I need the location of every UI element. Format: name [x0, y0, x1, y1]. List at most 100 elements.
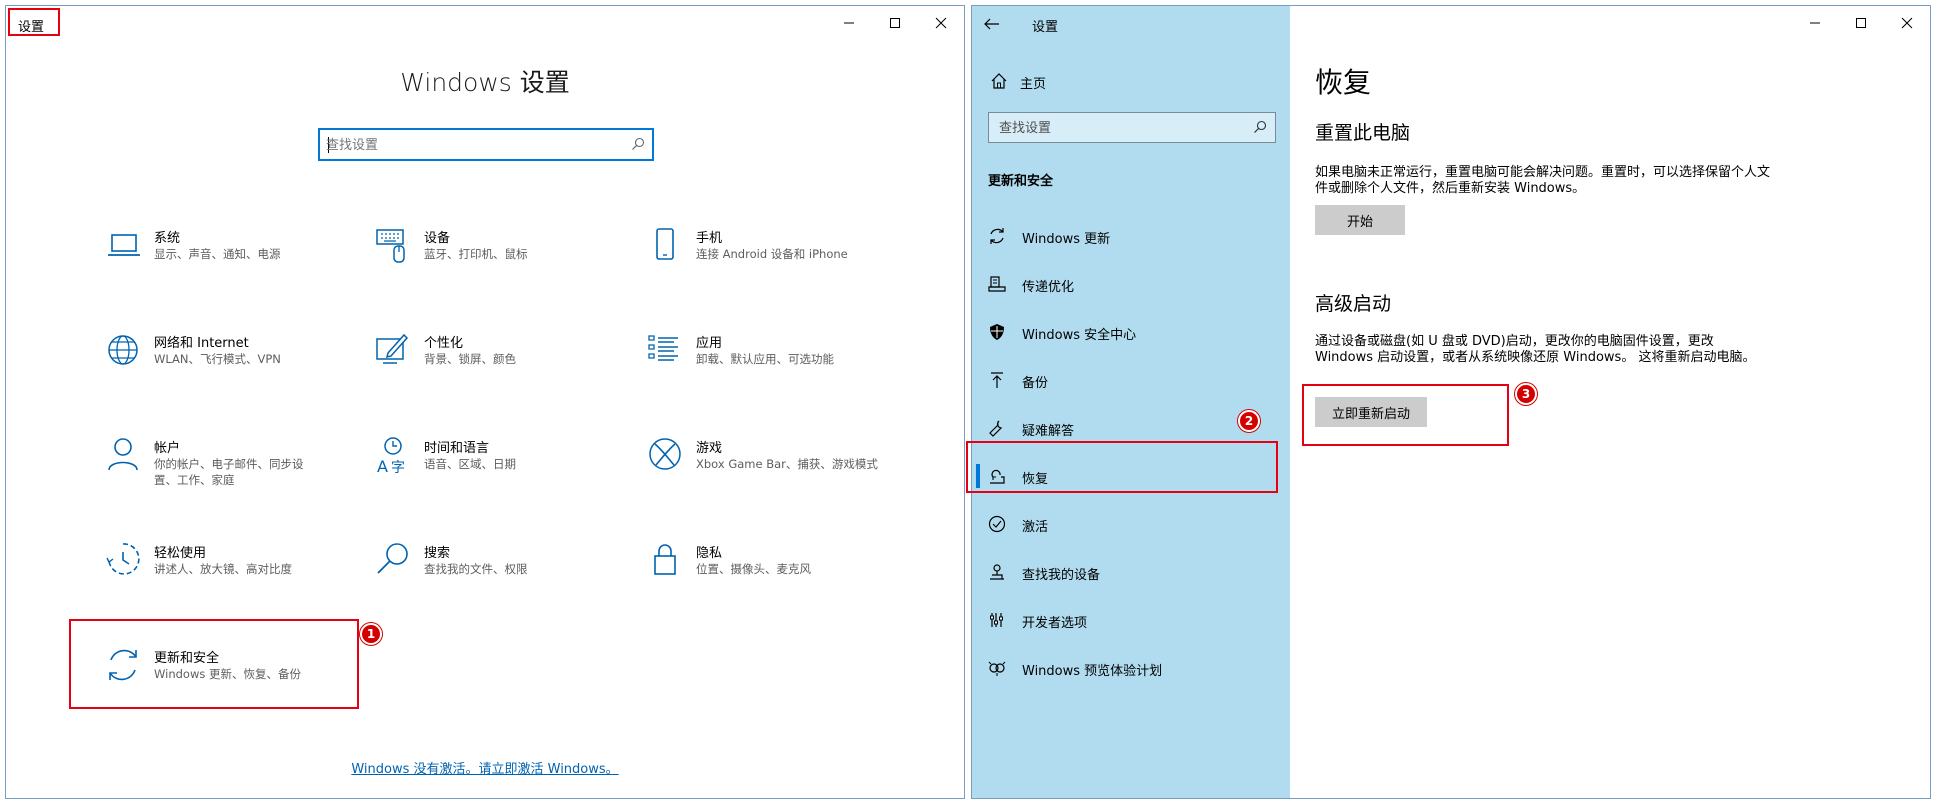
tile-name: 系统: [154, 231, 181, 246]
tile-personalization[interactable]: 个性化 背景、锁屏、颜色: [374, 331, 624, 391]
sidebar-item-label: 激活: [1022, 520, 1049, 535]
ease-of-access-icon: [106, 543, 140, 575]
tile-desc: Xbox Game Bar、捕获、游戏模式: [696, 457, 878, 471]
close-button[interactable]: [1884, 6, 1930, 40]
backup-arrow-icon: [991, 372, 1003, 388]
tile-desc: 卸载、默认应用、可选功能: [696, 352, 834, 366]
highlight-recovery-nav: [966, 441, 1278, 493]
sidebar-item-label: Windows 更新: [1022, 232, 1111, 247]
svg-text:A: A: [377, 457, 388, 476]
tile-network[interactable]: 网络和 Internet WLAN、飞行模式、VPN: [104, 331, 354, 391]
tile-desc: 显示、声音、通知、电源: [154, 247, 281, 261]
tile-name: 网络和 Internet: [154, 336, 249, 351]
search-box[interactable]: [318, 128, 654, 161]
sidebar-item-find-my-device[interactable]: 查找我的设备: [972, 552, 1290, 592]
svg-text:字: 字: [391, 460, 405, 476]
sidebar-search-box[interactable]: [988, 112, 1276, 143]
sidebar-item-backup[interactable]: 备份: [972, 360, 1290, 400]
sidebar-item-windows-insider[interactable]: Windows 预览体验计划: [972, 648, 1290, 688]
advanced-startup-description: 通过设备或磁盘(如 U 盘或 DVD)启动，更改你的电脑固件设置，更改 Wind…: [1315, 334, 1756, 365]
tile-system[interactable]: 系统 显示、声音、通知、电源: [104, 226, 354, 286]
page-title: 恢复: [1315, 66, 1372, 99]
highlight-window-title: [8, 8, 60, 36]
tile-desc: 讲述人、放大镜、高对比度: [154, 562, 292, 576]
search-input[interactable]: [326, 134, 616, 156]
sidebar-item-windows-security[interactable]: Windows 安全中心: [972, 312, 1290, 352]
sidebar-item-label: Windows 预览体验计划: [1022, 664, 1163, 679]
app-list-icon: [648, 335, 678, 361]
home-icon: [991, 73, 1007, 89]
close-icon: [1901, 17, 1913, 29]
tile-desc: 蓝牙、打印机、鼠标: [424, 247, 528, 261]
tile-name: 时间和语言: [424, 441, 490, 456]
get-started-button[interactable]: 开始: [1315, 205, 1405, 235]
tile-gaming[interactable]: 游戏 Xbox Game Bar、捕获、游戏模式: [646, 436, 896, 496]
sidebar-item-delivery-optimization[interactable]: 传递优化: [972, 264, 1290, 304]
maximize-button[interactable]: [1838, 6, 1884, 40]
sidebar-item-label: 开发者选项: [1022, 616, 1088, 631]
tile-name: 游戏: [696, 441, 723, 456]
close-button[interactable]: [918, 6, 964, 40]
tile-name: 帐户: [154, 441, 181, 456]
person-icon: [108, 438, 138, 471]
check-circle-icon: [988, 515, 1006, 533]
title-bar: 设置: [6, 6, 964, 40]
highlight-restart-button: [1302, 384, 1509, 446]
tile-desc: 背景、锁屏、颜色: [424, 352, 516, 366]
sync-icon: [990, 228, 1004, 244]
maximize-icon: [890, 18, 900, 28]
step-badge-1: 1: [360, 623, 382, 645]
sidebar-item-label: Windows 安全中心: [1022, 328, 1137, 343]
sidebar-item-windows-update[interactable]: Windows 更新: [972, 216, 1290, 256]
search-icon: [1254, 120, 1267, 133]
tile-name: 手机: [696, 231, 723, 246]
page-title: Windows 设置: [400, 68, 570, 97]
nav-home-label: 主页: [1020, 77, 1047, 92]
tile-devices[interactable]: 设备 蓝牙、打印机、鼠标: [374, 226, 624, 286]
minimize-button[interactable]: [826, 6, 872, 40]
tile-name: 设备: [424, 231, 451, 246]
tile-apps[interactable]: 应用 卸载、默认应用、可选功能: [646, 331, 896, 391]
window-title: 设置: [1032, 20, 1059, 35]
step-badge-3: 3: [1515, 383, 1537, 405]
tile-name: 轻松使用: [154, 546, 207, 561]
xbox-icon: [649, 438, 681, 470]
tile-privacy[interactable]: 隐私 位置、摄像头、麦克风: [646, 541, 896, 601]
tile-name: 个性化: [424, 336, 464, 351]
tile-phone[interactable]: 手机 连接 Android 设备和 iPhone: [646, 226, 896, 286]
maximize-icon: [1856, 18, 1866, 28]
reset-pc-title: 重置此电脑: [1315, 122, 1411, 144]
minimize-button[interactable]: [1792, 6, 1838, 40]
tile-desc: 语音、区域、日期: [424, 457, 516, 471]
minimize-icon: [844, 22, 854, 24]
keyboard-icon: [376, 229, 405, 263]
sidebar-item-label: 备份: [1022, 376, 1049, 391]
tile-desc: 查找我的文件、权限: [424, 562, 528, 576]
tile-desc: 你的帐户、电子邮件、同步设置、工作、家庭: [154, 457, 304, 487]
sidebar-item-developer-options[interactable]: 开发者选项: [972, 600, 1290, 640]
shield-icon: [990, 324, 1004, 340]
tile-name: 应用: [696, 336, 723, 351]
lock-icon: [654, 544, 676, 575]
sidebar-search-input[interactable]: [999, 118, 1249, 138]
sidebar-item-label: 查找我的设备: [1022, 568, 1101, 583]
minimize-icon: [1810, 22, 1820, 24]
search-icon: [632, 137, 645, 150]
laptop-icon: [108, 234, 140, 256]
magnifier-icon: [377, 543, 408, 574]
tile-desc: 连接 Android 设备和 iPhone: [696, 247, 848, 261]
tile-desc: 位置、摄像头、麦克风: [696, 562, 811, 576]
tile-time-language[interactable]: A字 时间和语言 语音、区域、日期: [374, 436, 624, 496]
sidebar-section-label: 更新和安全: [988, 174, 1054, 189]
tile-search[interactable]: 搜索 查找我的文件、权限: [374, 541, 624, 601]
tile-desc: WLAN、飞行模式、VPN: [154, 352, 281, 366]
back-arrow-icon[interactable]: [982, 15, 1002, 33]
tile-accounts[interactable]: 帐户 你的帐户、电子邮件、同步设置、工作、家庭: [104, 436, 354, 496]
sidebar-item-activation[interactable]: 激活: [972, 504, 1290, 544]
activation-link[interactable]: Windows 没有激活。请立即激活 Windows。: [6, 758, 964, 777]
sidebar-item-label: 疑难解答: [1022, 424, 1075, 439]
maximize-button[interactable]: [872, 6, 918, 40]
paint-pen-icon: [376, 333, 409, 364]
tile-ease-of-access[interactable]: 轻松使用 讲述人、放大镜、高对比度: [104, 541, 354, 601]
wrench-icon: [989, 420, 1003, 437]
